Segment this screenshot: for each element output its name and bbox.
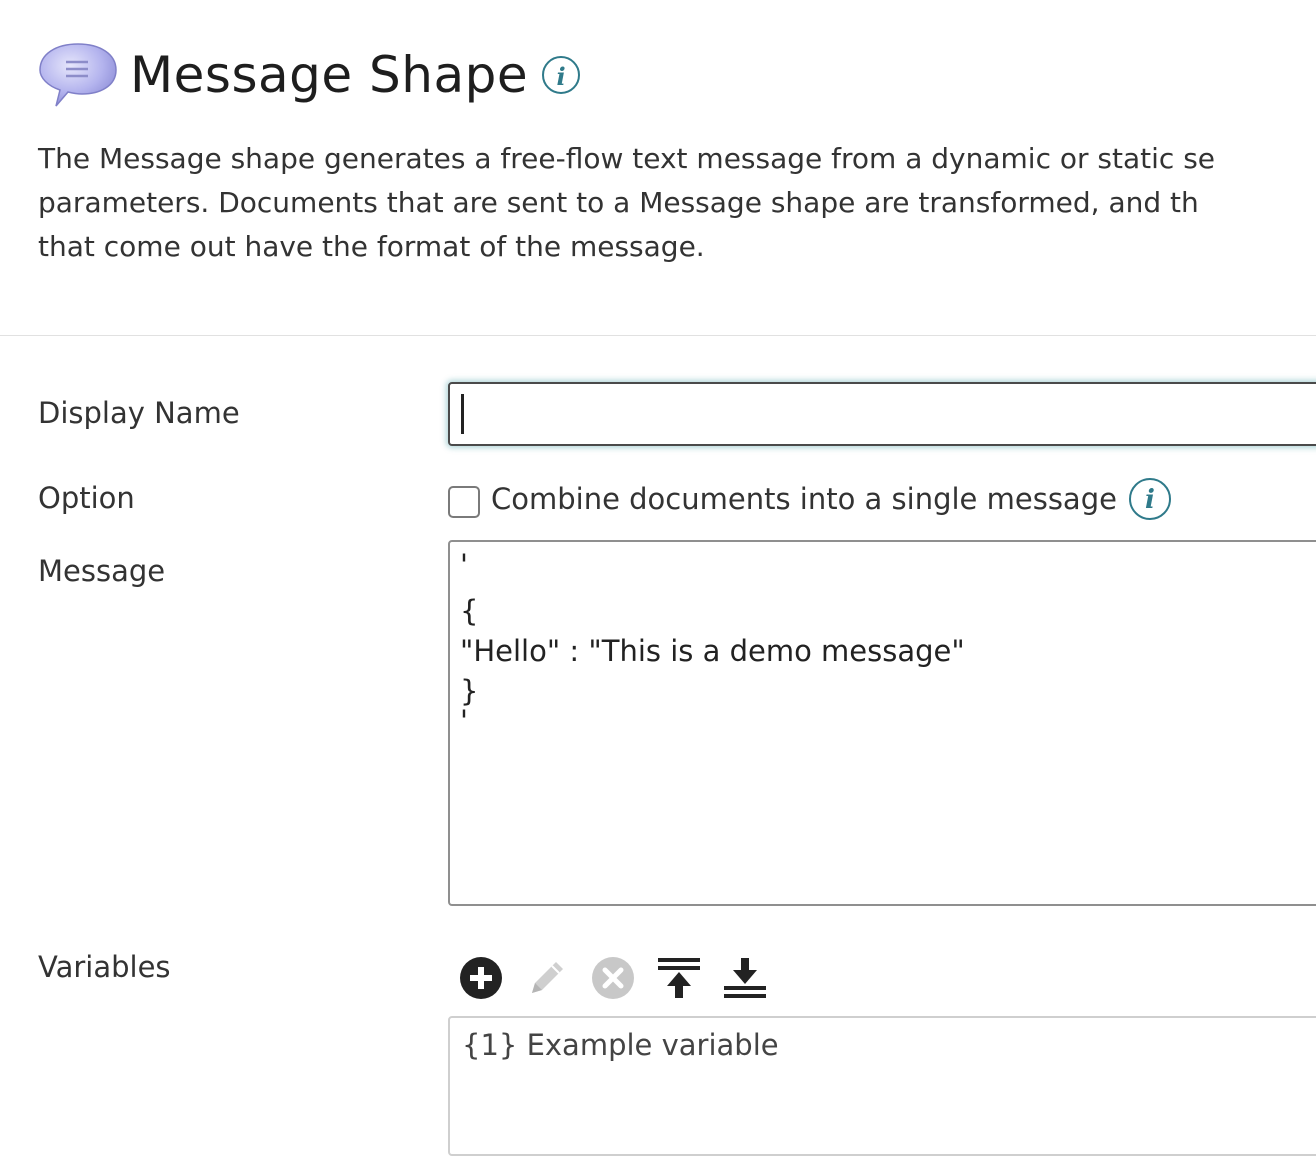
- message-line: "Hello" : "This is a demo message": [460, 634, 965, 668]
- info-icon[interactable]: i: [1128, 478, 1171, 520]
- info-icon[interactable]: i: [542, 56, 581, 94]
- message-label: Message: [38, 554, 166, 588]
- remove-icon[interactable]: [590, 955, 636, 1001]
- combine-documents-option: Combine documents into a single message …: [491, 478, 1171, 520]
- message-textarea[interactable]: [448, 540, 1316, 906]
- description: The Message shape generates a free-flow …: [38, 137, 1316, 269]
- display-name-label: Display Name: [38, 396, 240, 430]
- page-title: Message Shape: [130, 46, 529, 104]
- page-header: Message Shape i: [38, 40, 581, 110]
- move-bottom-icon[interactable]: [722, 955, 768, 1001]
- speech-bubble-icon: [39, 43, 117, 107]
- section-divider: [0, 335, 1316, 336]
- message-line: ': [460, 704, 468, 738]
- option-label: Option: [38, 481, 135, 515]
- list-item[interactable]: {1} Example variable: [462, 1028, 779, 1062]
- message-line: {: [460, 594, 479, 628]
- message-line: ': [460, 548, 468, 582]
- move-top-icon[interactable]: [656, 955, 702, 1001]
- display-name-input[interactable]: [448, 382, 1316, 446]
- variables-label: Variables: [38, 950, 171, 984]
- description-line: parameters. Documents that are sent to a…: [38, 186, 1199, 219]
- message-line: }: [460, 674, 479, 708]
- text-cursor: [461, 394, 464, 434]
- description-line: The Message shape generates a free-flow …: [38, 142, 1216, 175]
- description-line: that come out have the format of the mes…: [38, 230, 705, 263]
- edit-icon[interactable]: [524, 955, 570, 1001]
- combine-documents-checkbox[interactable]: [448, 486, 480, 518]
- combine-documents-label[interactable]: Combine documents into a single message: [491, 482, 1117, 516]
- add-icon[interactable]: [458, 955, 504, 1001]
